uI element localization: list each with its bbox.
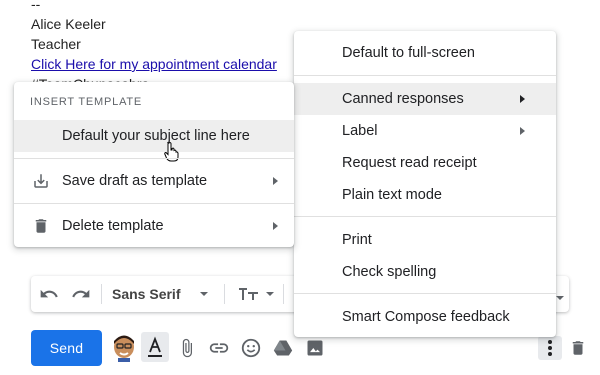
chevron-down-icon[interactable]: [263, 280, 277, 308]
menu-divider: [294, 216, 556, 217]
menu-item-print[interactable]: Print: [294, 224, 556, 256]
delete-template-icon: [32, 217, 50, 239]
menu-divider: [14, 158, 294, 159]
more-options-icon[interactable]: [538, 336, 562, 360]
menu-item-smart-compose-feedback[interactable]: Smart Compose feedback: [294, 301, 556, 333]
menu-item-check-spelling[interactable]: Check spelling: [294, 256, 556, 288]
bitmoji-avatar-icon[interactable]: [111, 334, 137, 362]
template-item-delete[interactable]: Delete template: [14, 211, 294, 241]
insert-template-menu: INSERT TEMPLATE Default your subject lin…: [14, 82, 294, 247]
formatting-options-toggle[interactable]: [141, 332, 169, 362]
menu-item-canned-responses[interactable]: Canned responses: [294, 83, 556, 115]
toolbar-divider: [283, 284, 285, 304]
menu-item-plain-text-mode[interactable]: Plain text mode: [294, 179, 556, 211]
submenu-arrow-icon: [520, 95, 525, 103]
more-options-menu: Default to full-screen Canned responses …: [294, 31, 556, 337]
toolbar-divider: [101, 284, 102, 304]
font-family-select[interactable]: Sans Serif: [112, 286, 180, 302]
menu-divider: [294, 75, 556, 76]
google-drive-icon[interactable]: [271, 336, 295, 360]
chevron-down-icon[interactable]: [190, 280, 218, 308]
insert-photo-icon[interactable]: [303, 336, 327, 360]
toolbar-divider: [224, 284, 226, 304]
discard-draft-icon[interactable]: [566, 336, 590, 360]
submenu-arrow-icon: [273, 177, 278, 185]
menu-divider: [294, 293, 556, 294]
insert-link-icon[interactable]: [207, 336, 231, 360]
menu-item-request-read-receipt[interactable]: Request read receipt: [294, 147, 556, 179]
hand-pointer-cursor-icon: [164, 142, 180, 167]
appointment-calendar-link[interactable]: Click Here for my appointment calendar: [31, 56, 277, 72]
font-size-icon[interactable]: [235, 280, 263, 308]
signature-role: Teacher: [31, 36, 81, 52]
template-item-default-subject[interactable]: Default your subject line here: [14, 120, 294, 152]
save-template-icon: [32, 172, 50, 194]
menu-item-label[interactable]: Label: [294, 115, 556, 147]
insert-template-header: INSERT TEMPLATE: [30, 96, 143, 108]
menu-divider: [14, 203, 294, 204]
emoji-icon[interactable]: [239, 336, 263, 360]
signature-dashes: --: [31, 0, 41, 12]
attach-file-icon[interactable]: [175, 336, 199, 360]
signature-block: -- Alice Keeler Teacher Click Here for m…: [31, 0, 277, 94]
more-formatting-chevron-icon[interactable]: [555, 290, 565, 308]
redo-icon[interactable]: [67, 280, 95, 308]
send-button[interactable]: Send: [31, 330, 102, 366]
undo-icon[interactable]: [35, 280, 63, 308]
signature-name: Alice Keeler: [31, 16, 106, 32]
template-item-save-draft[interactable]: Save draft as template: [14, 166, 294, 196]
submenu-arrow-icon: [520, 127, 525, 135]
menu-item-default-full-screen[interactable]: Default to full-screen: [294, 39, 556, 67]
submenu-arrow-icon: [273, 222, 278, 230]
